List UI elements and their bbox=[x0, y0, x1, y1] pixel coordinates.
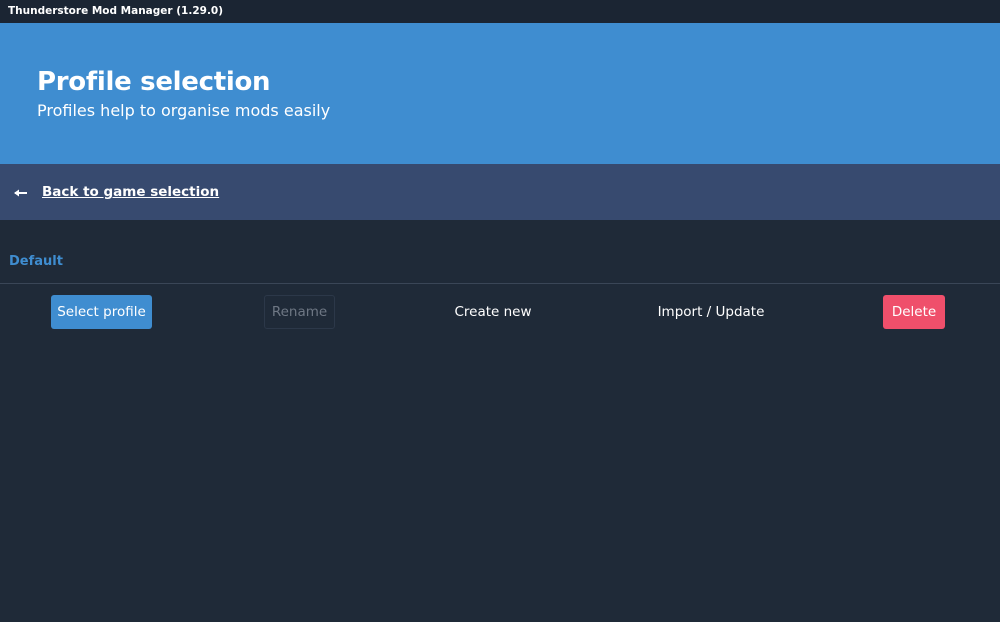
divider bbox=[0, 283, 1000, 284]
arrow-left-icon[interactable] bbox=[14, 186, 28, 198]
create-new-button[interactable]: Create new bbox=[440, 295, 546, 329]
page-title: Profile selection bbox=[37, 67, 271, 97]
profile-item-default[interactable]: Default bbox=[9, 254, 63, 269]
delete-button[interactable]: Delete bbox=[883, 295, 945, 329]
hero-banner: Profile selection Profiles help to organ… bbox=[0, 23, 1000, 164]
window-titlebar: Thunderstore Mod Manager (1.29.0) bbox=[0, 0, 1000, 23]
page-subtitle: Profiles help to organise mods easily bbox=[37, 101, 331, 120]
back-to-game-selection-link[interactable]: Back to game selection bbox=[42, 184, 219, 200]
window-title: Thunderstore Mod Manager (1.29.0) bbox=[8, 5, 224, 17]
profile-list-area: Default Select profile Rename Create new… bbox=[0, 220, 1000, 622]
back-navigation-bar: Back to game selection bbox=[0, 164, 1000, 220]
import-update-button[interactable]: Import / Update bbox=[643, 295, 779, 329]
select-profile-button[interactable]: Select profile bbox=[51, 295, 152, 329]
rename-button[interactable]: Rename bbox=[264, 295, 335, 329]
